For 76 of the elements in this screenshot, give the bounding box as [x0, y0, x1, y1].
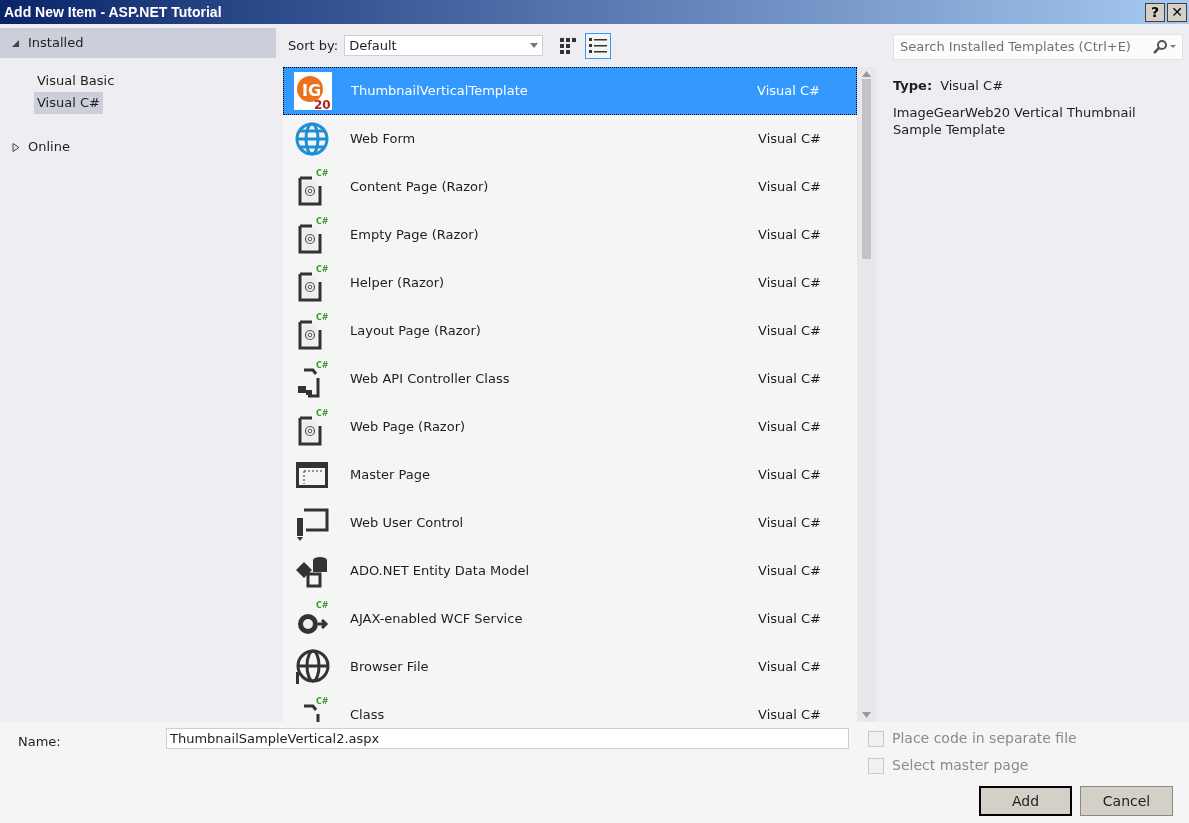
- browser-file-icon: [293, 648, 331, 686]
- template-name: Layout Page (Razor): [350, 322, 482, 341]
- sidebar-item[interactable]: Visual C#: [34, 92, 103, 114]
- template-row[interactable]: C# Layout Page (Razor) Visual C#: [283, 307, 857, 355]
- template-row[interactable]: C# Empty Page (Razor) Visual C#: [283, 211, 857, 259]
- template-logo-icon: IG 20: [294, 72, 332, 110]
- template-language: Visual C#: [758, 322, 821, 341]
- template-language: Visual C#: [758, 418, 821, 437]
- template-name: Web User Control: [350, 514, 465, 533]
- template-description: ImageGearWeb20 Vertical Thumbnail Sample Template: [893, 103, 1137, 138]
- template-name: AJAX-enabled WCF Service: [350, 610, 524, 629]
- list-view-icon: [589, 37, 608, 54]
- template-row[interactable]: C# Helper (Razor) Visual C#: [283, 259, 857, 307]
- type-value: Visual C#: [940, 77, 1004, 95]
- template-name: Web Page (Razor): [350, 418, 467, 437]
- template-row[interactable]: C# Web Page (Razor) Visual C#: [283, 403, 857, 451]
- sidebar-item[interactable]: Installed: [0, 28, 276, 58]
- template-language: Visual C#: [758, 610, 821, 629]
- template-language: Visual C#: [758, 514, 821, 533]
- template-name: Class: [350, 706, 386, 722]
- template-row[interactable]: ADO.NET Entity Data Model Visual C#: [283, 547, 857, 595]
- template-name: Content Page (Razor): [350, 178, 490, 197]
- sort-label: Sort by:: [288, 36, 339, 55]
- scroll-down-icon: [862, 712, 871, 718]
- globe-icon: [293, 120, 331, 158]
- template-language: Visual C#: [758, 562, 821, 581]
- template-language: Visual C#: [758, 274, 821, 293]
- template-name: Empty Page (Razor): [350, 226, 480, 245]
- template-row[interactable]: C# Web API Controller Class Visual C#: [283, 355, 857, 403]
- template-language: Visual C#: [758, 658, 821, 677]
- sidebar-item-label: Installed: [28, 34, 84, 53]
- template-row[interactable]: Web User Control Visual C#: [283, 499, 857, 547]
- name-label: Name:: [18, 733, 62, 751]
- checkbox-label: Select master page: [892, 756, 1029, 775]
- template-name: ThumbnailVerticalTemplate: [351, 82, 529, 101]
- close-button[interactable]: ✕: [1167, 2, 1187, 22]
- window-title: Add New Item - ASP.NET Tutorial: [4, 2, 222, 22]
- search-icon: [1152, 40, 1176, 54]
- scroll-up-icon: [862, 71, 871, 77]
- template-row[interactable]: IG 20 ThumbnailVerticalTemplate Visual C#: [283, 67, 857, 115]
- add-button[interactable]: Add: [979, 786, 1072, 816]
- help-button[interactable]: ?: [1145, 2, 1165, 22]
- sidebar-item-label: Online: [28, 138, 70, 157]
- sidebar-item[interactable]: Online: [0, 132, 276, 162]
- template-name: Web API Controller Class: [350, 370, 511, 389]
- sidebar-item[interactable]: Visual Basic: [34, 70, 118, 92]
- template-name: Browser File: [350, 658, 430, 677]
- template-row[interactable]: Master Page Visual C#: [283, 451, 857, 499]
- scroll-thumb[interactable]: [862, 79, 871, 259]
- template-row[interactable]: Browser File Visual C#: [283, 643, 857, 691]
- template-row[interactable]: C# AJAX-enabled WCF Service Visual C#: [283, 595, 857, 643]
- expanded-arrow-icon: [12, 38, 20, 48]
- template-language: Visual C#: [758, 370, 821, 389]
- cancel-button[interactable]: Cancel: [1080, 786, 1173, 816]
- template-name: Web Form: [350, 130, 417, 149]
- collapsed-arrow-icon: [12, 142, 20, 152]
- template-language: Visual C#: [757, 82, 820, 101]
- sort-dropdown[interactable]: Default: [344, 35, 544, 56]
- list-view-button[interactable]: [585, 32, 612, 59]
- template-row[interactable]: C# Content Page (Razor) Visual C#: [283, 163, 857, 211]
- dropdown-arrow-icon: [530, 43, 539, 48]
- template-language: Visual C#: [758, 178, 821, 197]
- template-name: Helper (Razor): [350, 274, 446, 293]
- template-language: Visual C#: [758, 226, 821, 245]
- template-name: Master Page: [350, 466, 431, 485]
- template-language: Visual C#: [758, 706, 821, 722]
- search-field[interactable]: Search Installed Templates (Ctrl+E): [893, 34, 1183, 60]
- template-row[interactable]: Web Form Visual C#: [283, 115, 857, 163]
- grid-view-icon: [560, 37, 577, 54]
- template-language: Visual C#: [758, 130, 821, 149]
- template-name: ADO.NET Entity Data Model: [350, 562, 531, 581]
- name-field[interactable]: ThumbnailSampleVertical2.aspx: [166, 728, 849, 749]
- template-row[interactable]: C# Class Visual C#: [283, 691, 857, 722]
- checkbox-label: Place code in separate file: [892, 729, 1077, 748]
- template-language: Visual C#: [758, 466, 821, 485]
- type-label: Type:: [893, 77, 933, 95]
